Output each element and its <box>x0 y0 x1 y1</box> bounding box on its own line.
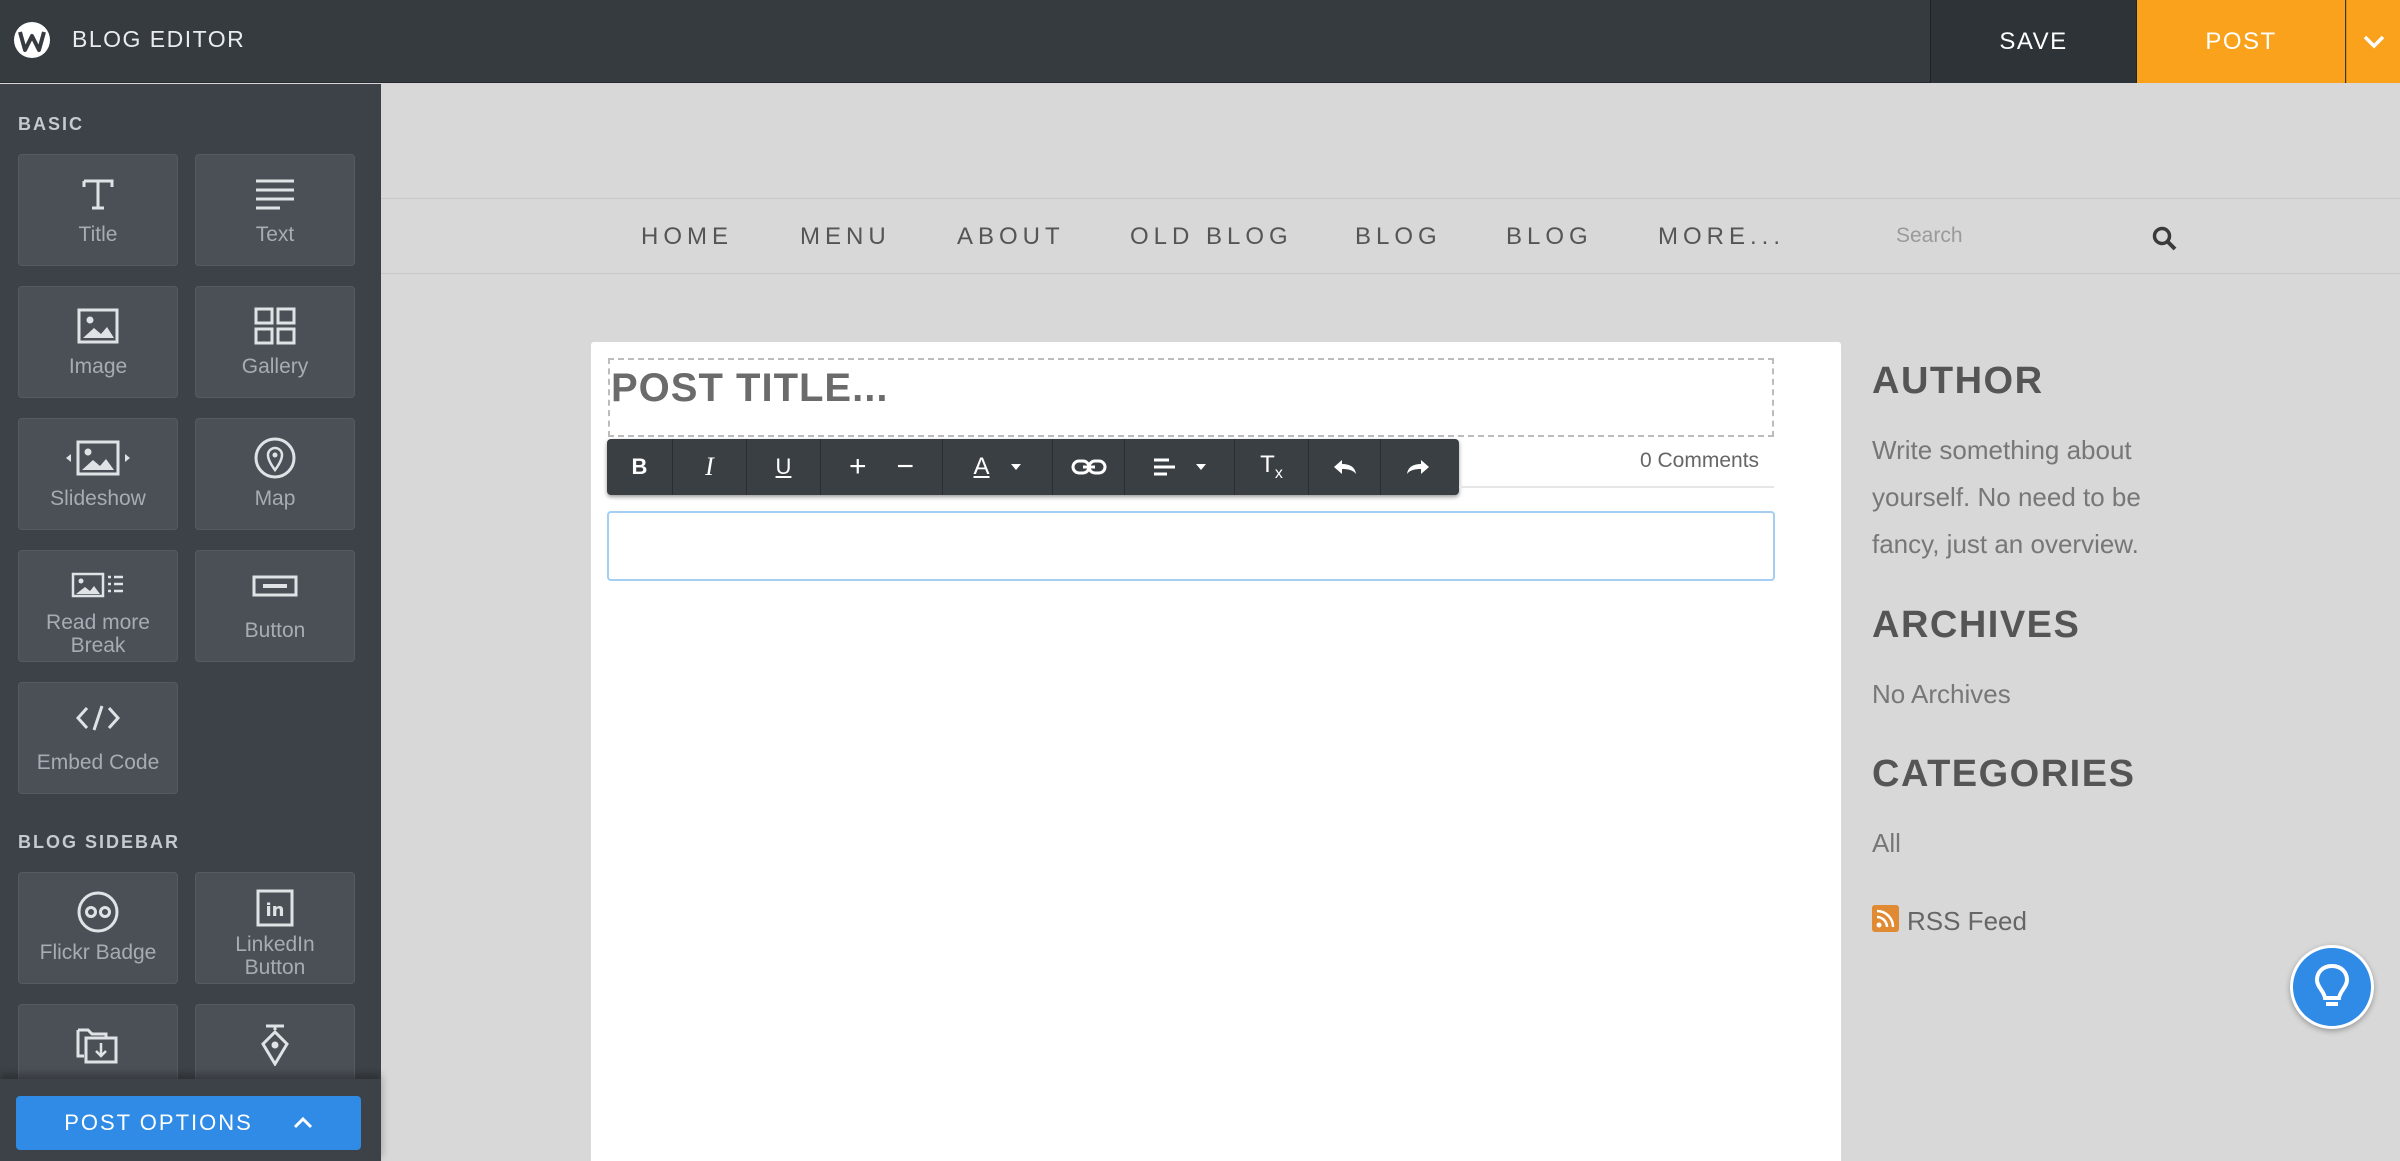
text-color-button[interactable]: A <box>943 439 1053 495</box>
post-meta-divider <box>1459 486 1774 488</box>
folder-download-icon <box>19 1023 177 1065</box>
element-label: LinkedIn Button <box>235 933 315 979</box>
post-options-label: POST OPTIONS <box>64 1110 253 1135</box>
nav-item-about[interactable]: ABOUT <box>957 223 1065 251</box>
author-text-line-3: fancy, just an overview. <box>1872 529 2139 559</box>
archives-text: No Archives <box>1872 679 2011 709</box>
image-icon <box>19 305 177 347</box>
link-button[interactable] <box>1053 439 1125 495</box>
post-title-placeholder: POST TITLE... <box>611 366 889 410</box>
help-button[interactable] <box>2290 945 2374 1029</box>
map-pin-icon <box>196 437 354 479</box>
element-button[interactable]: Button <box>195 550 355 662</box>
nav-item-home[interactable]: HOME <box>641 223 733 251</box>
post-body-input[interactable] <box>607 511 1775 581</box>
text-icon <box>196 173 354 215</box>
undo-icon <box>1333 460 1356 474</box>
gallery-icon <box>196 305 354 347</box>
flickr-icon <box>19 891 177 933</box>
underline-button[interactable]: U <box>747 439 821 495</box>
button-icon <box>196 565 354 607</box>
link-icon <box>1071 459 1106 475</box>
align-left-icon <box>1153 458 1175 476</box>
element-label: Flickr Badge <box>39 941 157 964</box>
read-more-icon <box>19 565 177 607</box>
element-embed-code[interactable]: Embed Code <box>18 682 178 794</box>
element-read-more-break[interactable]: Read more Break <box>18 550 178 662</box>
nav-item-blog[interactable]: BLOG <box>1355 223 1442 251</box>
author-heading: AUTHOR <box>1872 360 2044 402</box>
element-flickr-badge[interactable]: Flickr Badge <box>18 872 178 984</box>
post-options-dropdown[interactable] <box>2346 0 2400 83</box>
decrease-font-size-button[interactable]: − <box>897 450 915 484</box>
rss-icon[interactable] <box>1872 905 1899 932</box>
svg-text:in: in <box>266 900 285 921</box>
element-gallery[interactable]: Gallery <box>195 286 355 398</box>
weebly-logo-icon[interactable] <box>12 20 56 60</box>
element-label: Embed Code <box>36 751 160 774</box>
nav-item-menu[interactable]: MENU <box>800 223 891 251</box>
section-label-blog-sidebar: BLOG SIDEBAR <box>18 832 181 852</box>
search-input[interactable]: Search <box>1896 224 1963 248</box>
author-text-line-2: yourself. No need to be <box>1872 482 2141 512</box>
search-icon[interactable] <box>2152 226 2178 257</box>
code-icon <box>19 697 177 739</box>
font-size-controls: + − <box>821 439 943 495</box>
element-linkedin-button[interactable]: in LinkedIn Button <box>195 872 355 984</box>
clear-format-icon: Tx <box>1260 451 1283 482</box>
element-image[interactable]: Image <box>18 286 178 398</box>
element-label: Slideshow <box>50 487 146 510</box>
text-format-toolbar: B I U + − A Tx <box>607 439 1459 495</box>
nav-item-old-blog[interactable]: OLD BLOG <box>1130 223 1293 251</box>
redo-button[interactable] <box>1381 439 1455 495</box>
title-icon <box>19 173 177 215</box>
undo-button[interactable] <box>1309 439 1381 495</box>
caret-down-icon <box>1195 464 1206 470</box>
element-label: Image <box>68 355 128 378</box>
save-button[interactable]: SAVE <box>1930 0 2137 83</box>
chevron-down-icon <box>2363 35 2384 48</box>
slideshow-icon <box>19 437 177 479</box>
element-label: Gallery <box>241 355 309 378</box>
clear-format-button[interactable]: Tx <box>1235 439 1309 495</box>
italic-button[interactable]: I <box>673 439 747 495</box>
category-all-link[interactable]: All <box>1872 820 1901 867</box>
categories-heading: CATEGORIES <box>1872 753 2136 795</box>
text-color-icon: A <box>973 453 990 480</box>
post-options-button[interactable]: POST OPTIONS <box>16 1096 361 1150</box>
element-map[interactable]: Map <box>195 418 355 530</box>
app-title: BLOG EDITOR <box>72 26 246 52</box>
element-label: Title <box>78 223 118 246</box>
element-sidebar: BASIC Title Text Image Gallery Slideshow <box>0 84 381 1161</box>
site-nav: HOME MENU ABOUT OLD BLOG BLOG BLOG MORE.… <box>381 198 2400 274</box>
caret-down-icon <box>1010 464 1021 470</box>
element-label: Button <box>244 619 306 642</box>
pen-nib-icon <box>196 1023 354 1066</box>
element-label: Text <box>255 223 295 246</box>
linkedin-icon: in <box>196 887 354 929</box>
bold-button[interactable]: B <box>607 439 673 495</box>
chevron-up-icon <box>293 1117 312 1129</box>
element-text[interactable]: Text <box>195 154 355 266</box>
increase-font-size-button[interactable]: + <box>849 450 867 484</box>
comments-count[interactable]: 0 Comments <box>1640 449 1759 473</box>
element-label: Read more Break <box>46 611 150 657</box>
author-text-line-1: Write something about <box>1872 435 2132 465</box>
section-label-basic: BASIC <box>18 114 85 134</box>
lightbulb-icon <box>2314 963 2350 1006</box>
element-slideshow[interactable]: Slideshow <box>18 418 178 530</box>
element-title[interactable]: Title <box>18 154 178 266</box>
align-button[interactable] <box>1125 439 1235 495</box>
post-button[interactable]: POST <box>2137 0 2345 83</box>
redo-icon <box>1407 460 1429 474</box>
archives-heading: ARCHIVES <box>1872 604 2081 646</box>
rss-feed-link[interactable]: RSS Feed <box>1907 906 2027 937</box>
nav-item-blog-2[interactable]: BLOG <box>1506 223 1593 251</box>
nav-item-more[interactable]: MORE... <box>1658 223 1785 251</box>
element-label: Map <box>254 487 296 510</box>
